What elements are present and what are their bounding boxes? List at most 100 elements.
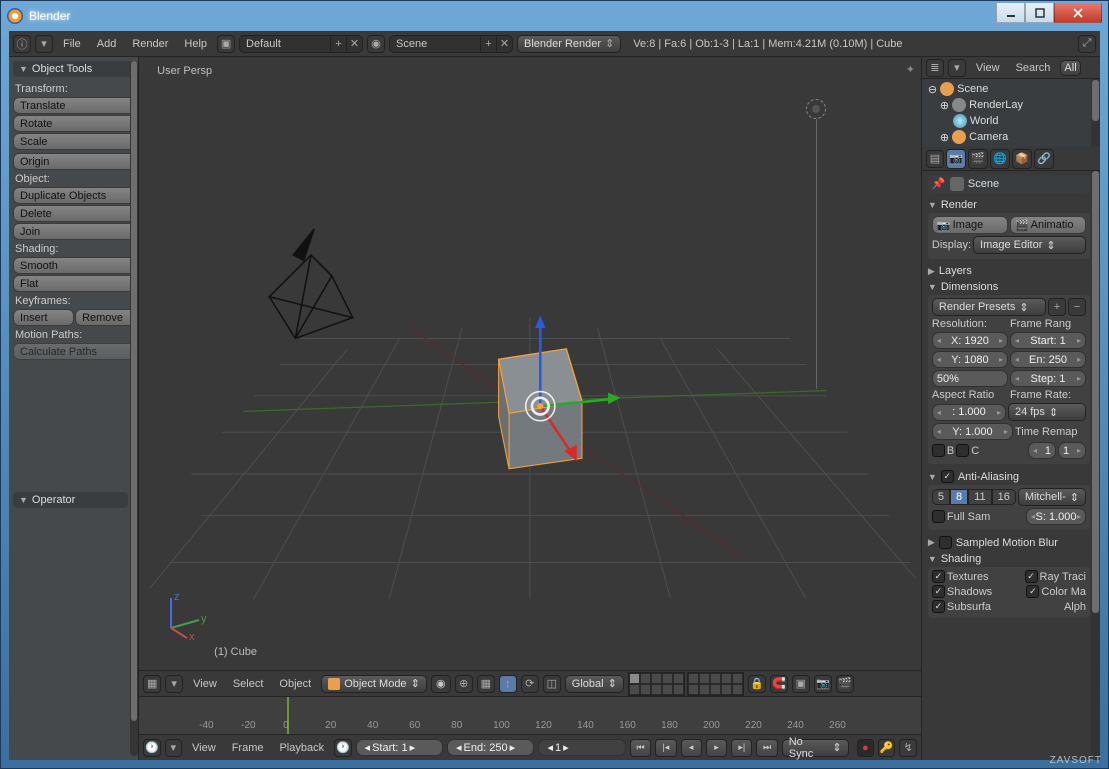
- screen-browse-icon[interactable]: ▣: [217, 35, 235, 53]
- snap-icon[interactable]: 🧲: [770, 675, 788, 693]
- tree-renderlayers[interactable]: ⊕RenderLay: [926, 97, 1086, 113]
- panel-dimensions[interactable]: Dimensions: [928, 279, 1090, 295]
- editor-type-info-icon[interactable]: ⓘ: [13, 35, 31, 53]
- preset-remove-icon[interactable]: −: [1068, 298, 1086, 316]
- tree-scene[interactable]: ⊖Scene: [926, 81, 1086, 97]
- screen-layout-field[interactable]: +✕: [239, 35, 363, 53]
- menu-file[interactable]: File: [57, 36, 87, 52]
- keying-set-active-icon[interactable]: ↯: [899, 739, 916, 757]
- lock-camera-icon[interactable]: 🔒: [748, 675, 766, 693]
- aspect-x-field[interactable]: ◂: 1.000▸: [932, 404, 1006, 421]
- aa-samples-segment[interactable]: 5 8 11 16: [932, 489, 1016, 505]
- shadows-check[interactable]: [932, 585, 945, 598]
- smb-check[interactable]: [939, 536, 952, 549]
- collapse-menus-outl-icon[interactable]: ▾: [948, 59, 966, 77]
- join-button[interactable]: Join: [13, 223, 136, 240]
- tree-camera[interactable]: ⊕Camera: [926, 129, 1086, 145]
- current-frame-field[interactable]: ◂1▸: [538, 739, 625, 756]
- render-anim-icon[interactable]: 🎬: [836, 675, 854, 693]
- menu-help[interactable]: Help: [178, 36, 213, 52]
- manip-rotate-icon[interactable]: ⟳: [521, 675, 539, 693]
- play-reverse-icon[interactable]: ◂: [681, 739, 702, 757]
- orientation-dropdown[interactable]: Global⇕: [565, 675, 624, 693]
- render-engine-dropdown[interactable]: Blender Render⇕: [517, 35, 621, 53]
- menu-search-outl[interactable]: Search: [1010, 60, 1057, 76]
- colormgmt-check[interactable]: [1026, 585, 1039, 598]
- render-preview-icon[interactable]: 📷: [814, 675, 832, 693]
- manip-scale-icon[interactable]: ◫: [543, 675, 561, 693]
- aa-5[interactable]: 5: [932, 489, 950, 505]
- panel-shading[interactable]: Shading: [928, 551, 1090, 567]
- editor-type-timeline-icon[interactable]: 🕐: [143, 739, 160, 757]
- delete-scene-icon[interactable]: ✕: [496, 36, 512, 52]
- res-pct-field[interactable]: 50%: [932, 370, 1008, 387]
- viewport-shading-icon[interactable]: ◉: [431, 675, 451, 693]
- toolshelf-scrollbar[interactable]: [130, 61, 138, 756]
- panel-render[interactable]: Render: [928, 197, 1090, 213]
- menu-frame-tl[interactable]: Frame: [226, 740, 270, 756]
- render-image-button[interactable]: 📷 Image: [932, 216, 1008, 234]
- delete-screen-icon[interactable]: ✕: [346, 36, 362, 52]
- rotate-button[interactable]: Rotate: [13, 115, 136, 132]
- mode-dropdown[interactable]: Object Mode⇕: [321, 675, 427, 693]
- menu-select-3d[interactable]: Select: [227, 676, 270, 692]
- flat-button[interactable]: Flat: [13, 275, 136, 292]
- pivot-icon[interactable]: ⊕: [455, 675, 473, 693]
- insert-keyframe-button[interactable]: Insert: [13, 309, 74, 326]
- aa-filter-dropdown[interactable]: Mitchell-⇕: [1018, 488, 1086, 506]
- aa-enable-check[interactable]: [941, 470, 954, 483]
- close-button[interactable]: [1054, 3, 1102, 23]
- auto-keyframe-icon[interactable]: ●: [857, 739, 874, 757]
- smooth-button[interactable]: Smooth: [13, 257, 136, 274]
- scene-browse-icon[interactable]: ◉: [367, 35, 385, 53]
- menu-add[interactable]: Add: [91, 36, 123, 52]
- res-x-field[interactable]: ◂X: 1920▸: [932, 332, 1008, 349]
- raytrace-check[interactable]: [1025, 570, 1038, 583]
- layers-widget[interactable]: [628, 672, 744, 696]
- aspect-y-field[interactable]: ◂Y: 1.000▸: [932, 423, 1013, 440]
- properties-scrollbar[interactable]: [1091, 171, 1100, 760]
- manip-translate-icon[interactable]: ↕: [499, 675, 517, 693]
- use-preview-range-icon[interactable]: 🕐: [334, 739, 351, 757]
- panel-layers[interactable]: Layers: [928, 263, 1090, 279]
- panel-motion-blur[interactable]: Sampled Motion Blur: [928, 534, 1090, 551]
- add-scene-icon[interactable]: +: [480, 36, 496, 52]
- start-frame-field[interactable]: ◂Start: 1▸: [356, 739, 443, 756]
- remap-old-field[interactable]: ◂1: [1028, 442, 1056, 459]
- menu-object-3d[interactable]: Object: [273, 676, 317, 692]
- sync-dropdown[interactable]: No Sync⇕: [782, 739, 849, 757]
- aa-11[interactable]: 11: [968, 489, 991, 505]
- jump-prev-key-icon[interactable]: |◂: [655, 739, 676, 757]
- back-to-previous-icon[interactable]: ⤢: [1078, 35, 1096, 53]
- tab-world-icon[interactable]: 🌐: [990, 149, 1010, 169]
- outliner-scrollbar[interactable]: [1091, 79, 1100, 147]
- full-sample-check[interactable]: [932, 510, 945, 523]
- tab-scene-icon[interactable]: 🎬: [968, 149, 988, 169]
- panel-anti-aliasing[interactable]: Anti-Aliasing: [928, 468, 1090, 485]
- menu-playback-tl[interactable]: Playback: [273, 740, 330, 756]
- filter-size-field[interactable]: ◂S: 1.000▸: [1026, 508, 1086, 525]
- tree-world[interactable]: World: [926, 113, 1086, 129]
- frame-end-field[interactable]: ◂En: 250▸: [1010, 351, 1086, 368]
- translate-button[interactable]: Translate: [13, 97, 136, 114]
- frame-start-field[interactable]: ◂Start: 1▸: [1010, 332, 1086, 349]
- calculate-paths-button[interactable]: Calculate Paths: [13, 343, 136, 360]
- menu-view-outl[interactable]: View: [970, 60, 1006, 76]
- remove-keyframe-button[interactable]: Remove: [75, 309, 136, 326]
- jump-end-icon[interactable]: ⏭: [756, 739, 777, 757]
- collapse-menus-tl-icon[interactable]: ▾: [165, 739, 182, 757]
- add-screen-icon[interactable]: +: [330, 36, 346, 52]
- scene-input[interactable]: [390, 38, 480, 50]
- editor-type-props-icon[interactable]: ▤: [926, 150, 944, 168]
- viewport-plus-icon[interactable]: ✦: [906, 63, 915, 76]
- origin-button[interactable]: Origin: [13, 153, 136, 170]
- tab-object-icon[interactable]: 📦: [1012, 149, 1032, 169]
- jump-next-key-icon[interactable]: ▸|: [731, 739, 752, 757]
- sss-check[interactable]: [932, 600, 945, 613]
- delete-button[interactable]: Delete: [13, 205, 136, 222]
- 3d-viewport[interactable]: User Persp: [139, 57, 921, 670]
- outliner-display-dropdown[interactable]: All: [1060, 60, 1080, 76]
- aa-8[interactable]: 8: [950, 489, 968, 505]
- preset-add-icon[interactable]: +: [1048, 298, 1066, 316]
- remap-new-field[interactable]: 1▸: [1058, 442, 1086, 459]
